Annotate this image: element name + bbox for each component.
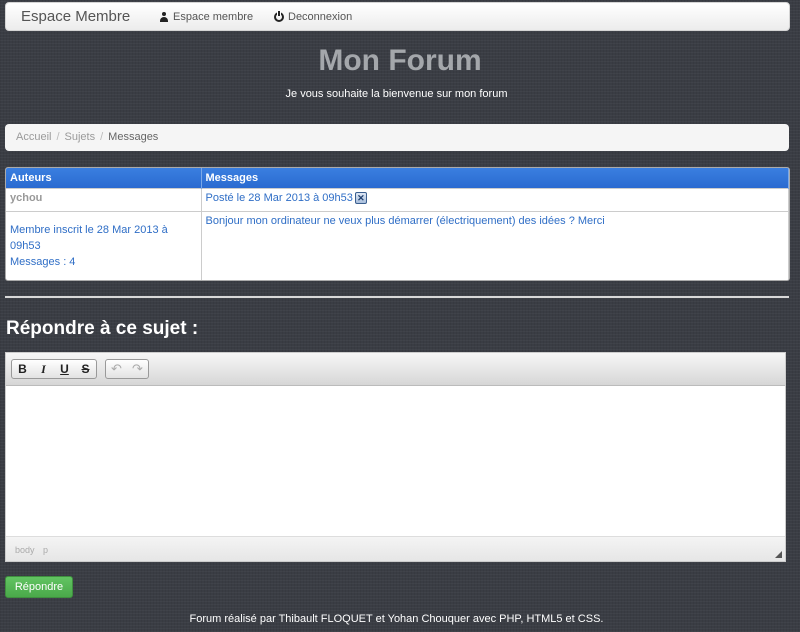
redo-icon[interactable]: ↷ bbox=[127, 360, 148, 378]
history-button-group: ↶ ↷ bbox=[105, 359, 149, 379]
strikethrough-button[interactable]: S bbox=[75, 360, 96, 378]
undo-icon[interactable]: ↶ bbox=[106, 360, 127, 378]
editor-text-area[interactable] bbox=[6, 386, 785, 536]
nav-link-label: Deconnexion bbox=[288, 11, 353, 23]
divider bbox=[5, 296, 789, 298]
nav-link-deconnexion[interactable]: Deconnexion bbox=[274, 11, 352, 23]
table-header-row: Auteurs Messages bbox=[6, 168, 789, 188]
nav-link-espace-membre[interactable]: Espace membre bbox=[159, 11, 253, 23]
column-header-messages: Messages bbox=[201, 168, 789, 188]
user-icon bbox=[159, 12, 169, 22]
underline-button[interactable]: U bbox=[54, 360, 75, 378]
footer: Forum réalisé par Thibault FLOQUET et Yo… bbox=[189, 613, 604, 625]
reply-button[interactable]: Répondre bbox=[5, 576, 73, 598]
breadcrumb-accueil[interactable]: Accueil bbox=[16, 131, 51, 143]
posts-table: Auteurs Messages ychou Posté le 28 Mar 2… bbox=[5, 167, 790, 281]
breadcrumb-separator: / bbox=[100, 131, 104, 143]
site-title: Mon Forum bbox=[318, 44, 482, 77]
resize-grip-icon[interactable] bbox=[775, 551, 782, 558]
column-header-auteurs: Auteurs bbox=[6, 168, 202, 188]
path-item[interactable]: p bbox=[43, 545, 48, 555]
navbar: Espace Membre Espace membre Deconnexion bbox=[5, 2, 790, 31]
reply-title: Répondre à ce sujet : bbox=[6, 318, 199, 339]
brand[interactable]: Espace Membre bbox=[21, 8, 130, 25]
message-body: Bonjour mon ordinateur ne veux plus déma… bbox=[201, 210, 789, 280]
author-message-count: Messages : 4 bbox=[10, 255, 76, 268]
power-icon bbox=[274, 11, 284, 22]
breadcrumb-sujets[interactable]: Sujets bbox=[65, 131, 96, 143]
italic-button[interactable]: I bbox=[33, 360, 54, 378]
breadcrumb: Accueil / Sujets / Messages bbox=[5, 124, 789, 151]
table-row: ychou Posté le 28 Mar 2013 à 09h53 ✕ bbox=[6, 187, 789, 211]
author-name: ychou bbox=[6, 187, 202, 211]
rich-text-editor: B I U S ↶ ↷ body p bbox=[5, 352, 786, 562]
table-row: Membre inscrit le 28 Mar 2013 à 09h53 Me… bbox=[6, 210, 789, 280]
breadcrumb-separator: / bbox=[56, 131, 60, 143]
editor-statusbar: body p bbox=[6, 536, 785, 561]
author-info: Membre inscrit le 28 Mar 2013 à 09h53 Me… bbox=[6, 210, 202, 280]
format-button-group: B I U S bbox=[11, 359, 97, 379]
breadcrumb-messages: Messages bbox=[108, 131, 159, 143]
post-date-cell: Posté le 28 Mar 2013 à 09h53 ✕ bbox=[201, 187, 789, 211]
nav-link-label: Espace membre bbox=[173, 11, 254, 23]
bold-button[interactable]: B bbox=[12, 360, 33, 378]
delete-icon[interactable]: ✕ bbox=[354, 191, 367, 204]
path-item[interactable]: body bbox=[15, 545, 35, 555]
site-subtitle: Je vous souhaite la bienvenue sur mon fo… bbox=[285, 88, 508, 100]
author-registered: Membre inscrit le 28 Mar 2013 à 09h53 bbox=[10, 223, 168, 252]
editor-toolbar: B I U S ↶ ↷ bbox=[6, 353, 785, 386]
post-date: Posté le 28 Mar 2013 à 09h53 bbox=[205, 191, 353, 204]
element-path: body p bbox=[15, 545, 54, 555]
